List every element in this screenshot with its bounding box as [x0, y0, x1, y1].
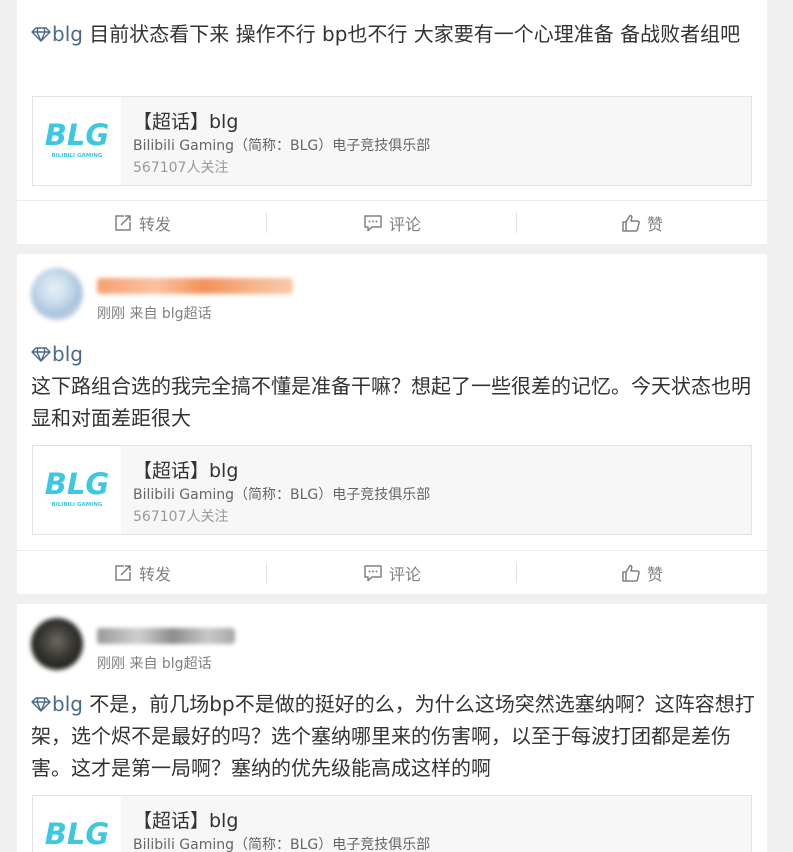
post-body: 目前状态看下来 操作不行 bp也不行 大家要有一个心理准备 备战败者组吧: [82, 22, 741, 46]
post-text: blg 这下路组合选的我完全搞不懂是准备干嘛？想起了一些很差的记忆。今天状态也明…: [31, 338, 755, 434]
topic-title[interactable]: 【超话】blg: [133, 456, 238, 483]
comment-icon: [364, 215, 382, 232]
topic-followers: 567107人关注: [133, 160, 229, 176]
action-bar: 转发 评论 赞: [17, 200, 767, 244]
comment-label: 评论: [388, 565, 421, 584]
logo-text: BLG: [45, 118, 109, 152]
thumbs-up-icon: [622, 564, 640, 582]
logo-subtext: BILIBILI GAMING: [52, 153, 103, 159]
username-blurred[interactable]: [97, 278, 293, 294]
topic-card[interactable]: BLG BILIBILI GAMING 【超话】blg Bilibili Gam…: [32, 445, 752, 535]
forward-icon: [115, 215, 131, 231]
super-topic-tag[interactable]: blg: [31, 342, 83, 366]
post-card: blg 目前状态看下来 操作不行 bp也不行 大家要有一个心理准备 备战败者组吧…: [17, 0, 767, 244]
comment-label: 评论: [388, 215, 421, 234]
forward-button[interactable]: 转发: [17, 551, 267, 595]
avatar[interactable]: [31, 268, 83, 320]
comment-button[interactable]: 评论: [267, 201, 517, 245]
topic-description: Bilibili Gaming（简称：BLG）电子竞技俱乐部: [133, 138, 431, 154]
like-button[interactable]: 赞: [517, 201, 767, 245]
post-card: 刚刚 来自 blg超话 blg 不是，前几场bp不是做的挺好的么，为什么这场突然…: [17, 604, 767, 852]
topic-title[interactable]: 【超话】blg: [133, 107, 238, 134]
post-card: 刚刚 来自 blg超话 blg 这下路组合选的我完全搞不懂是准备干嘛？想起了一些…: [17, 254, 767, 594]
post-meta: 刚刚 来自 blg超话: [97, 656, 212, 672]
forward-label: 转发: [138, 215, 171, 234]
topic-card[interactable]: BLG BILIBILI GAMING 【超话】blg Bilibili Gam…: [32, 96, 752, 186]
topic-followers: 567107人关注: [133, 509, 229, 525]
super-topic-tag[interactable]: blg: [31, 692, 83, 716]
diamond-icon: [31, 697, 51, 712]
like-button[interactable]: 赞: [517, 551, 767, 595]
diamond-icon: [31, 347, 51, 362]
blg-logo: BLG BILIBILI GAMING: [33, 796, 121, 852]
post-meta: 刚刚 来自 blg超话: [97, 306, 212, 322]
post-header: 刚刚 来自 blg超话: [31, 268, 751, 324]
blg-logo: BLG BILIBILI GAMING: [33, 446, 121, 534]
thumbs-up-icon: [622, 214, 640, 232]
post-text: blg 不是，前几场bp不是做的挺好的么，为什么这场突然选塞纳啊？这阵容想打架，…: [31, 688, 755, 784]
post-body: 这下路组合选的我完全搞不懂是准备干嘛？想起了一些很差的记忆。今天状态也明显和对面…: [31, 374, 751, 430]
comment-icon: [364, 565, 382, 582]
topic-description: Bilibili Gaming（简称：BLG）电子竞技俱乐部: [133, 487, 431, 503]
topic-card[interactable]: BLG BILIBILI GAMING 【超话】blg Bilibili Gam…: [32, 795, 752, 852]
blg-logo: BLG BILIBILI GAMING: [33, 97, 121, 185]
forward-button[interactable]: 转发: [17, 201, 267, 245]
comment-button[interactable]: 评论: [267, 551, 517, 595]
topic-description: Bilibili Gaming（简称：BLG）电子竞技俱乐部: [133, 837, 431, 852]
like-label: 赞: [646, 565, 663, 584]
topic-title[interactable]: 【超话】blg: [133, 806, 238, 833]
forward-icon: [115, 565, 131, 581]
logo-text: BLG: [45, 467, 109, 501]
like-label: 赞: [646, 215, 663, 234]
diamond-icon: [31, 27, 51, 42]
forward-label: 转发: [138, 565, 171, 584]
post-header: 刚刚 来自 blg超话: [31, 618, 751, 674]
username-blurred[interactable]: [97, 628, 235, 644]
avatar[interactable]: [31, 618, 83, 670]
post-text: blg 目前状态看下来 操作不行 bp也不行 大家要有一个心理准备 备战败者组吧: [31, 18, 755, 50]
action-bar: 转发 评论 赞: [17, 550, 767, 594]
logo-text: BLG: [45, 817, 109, 851]
logo-subtext: BILIBILI GAMING: [52, 502, 103, 508]
super-topic-tag[interactable]: blg: [31, 22, 83, 46]
post-body: 不是，前几场bp不是做的挺好的么，为什么这场突然选塞纳啊？这阵容想打架，选个烬不…: [31, 692, 755, 780]
